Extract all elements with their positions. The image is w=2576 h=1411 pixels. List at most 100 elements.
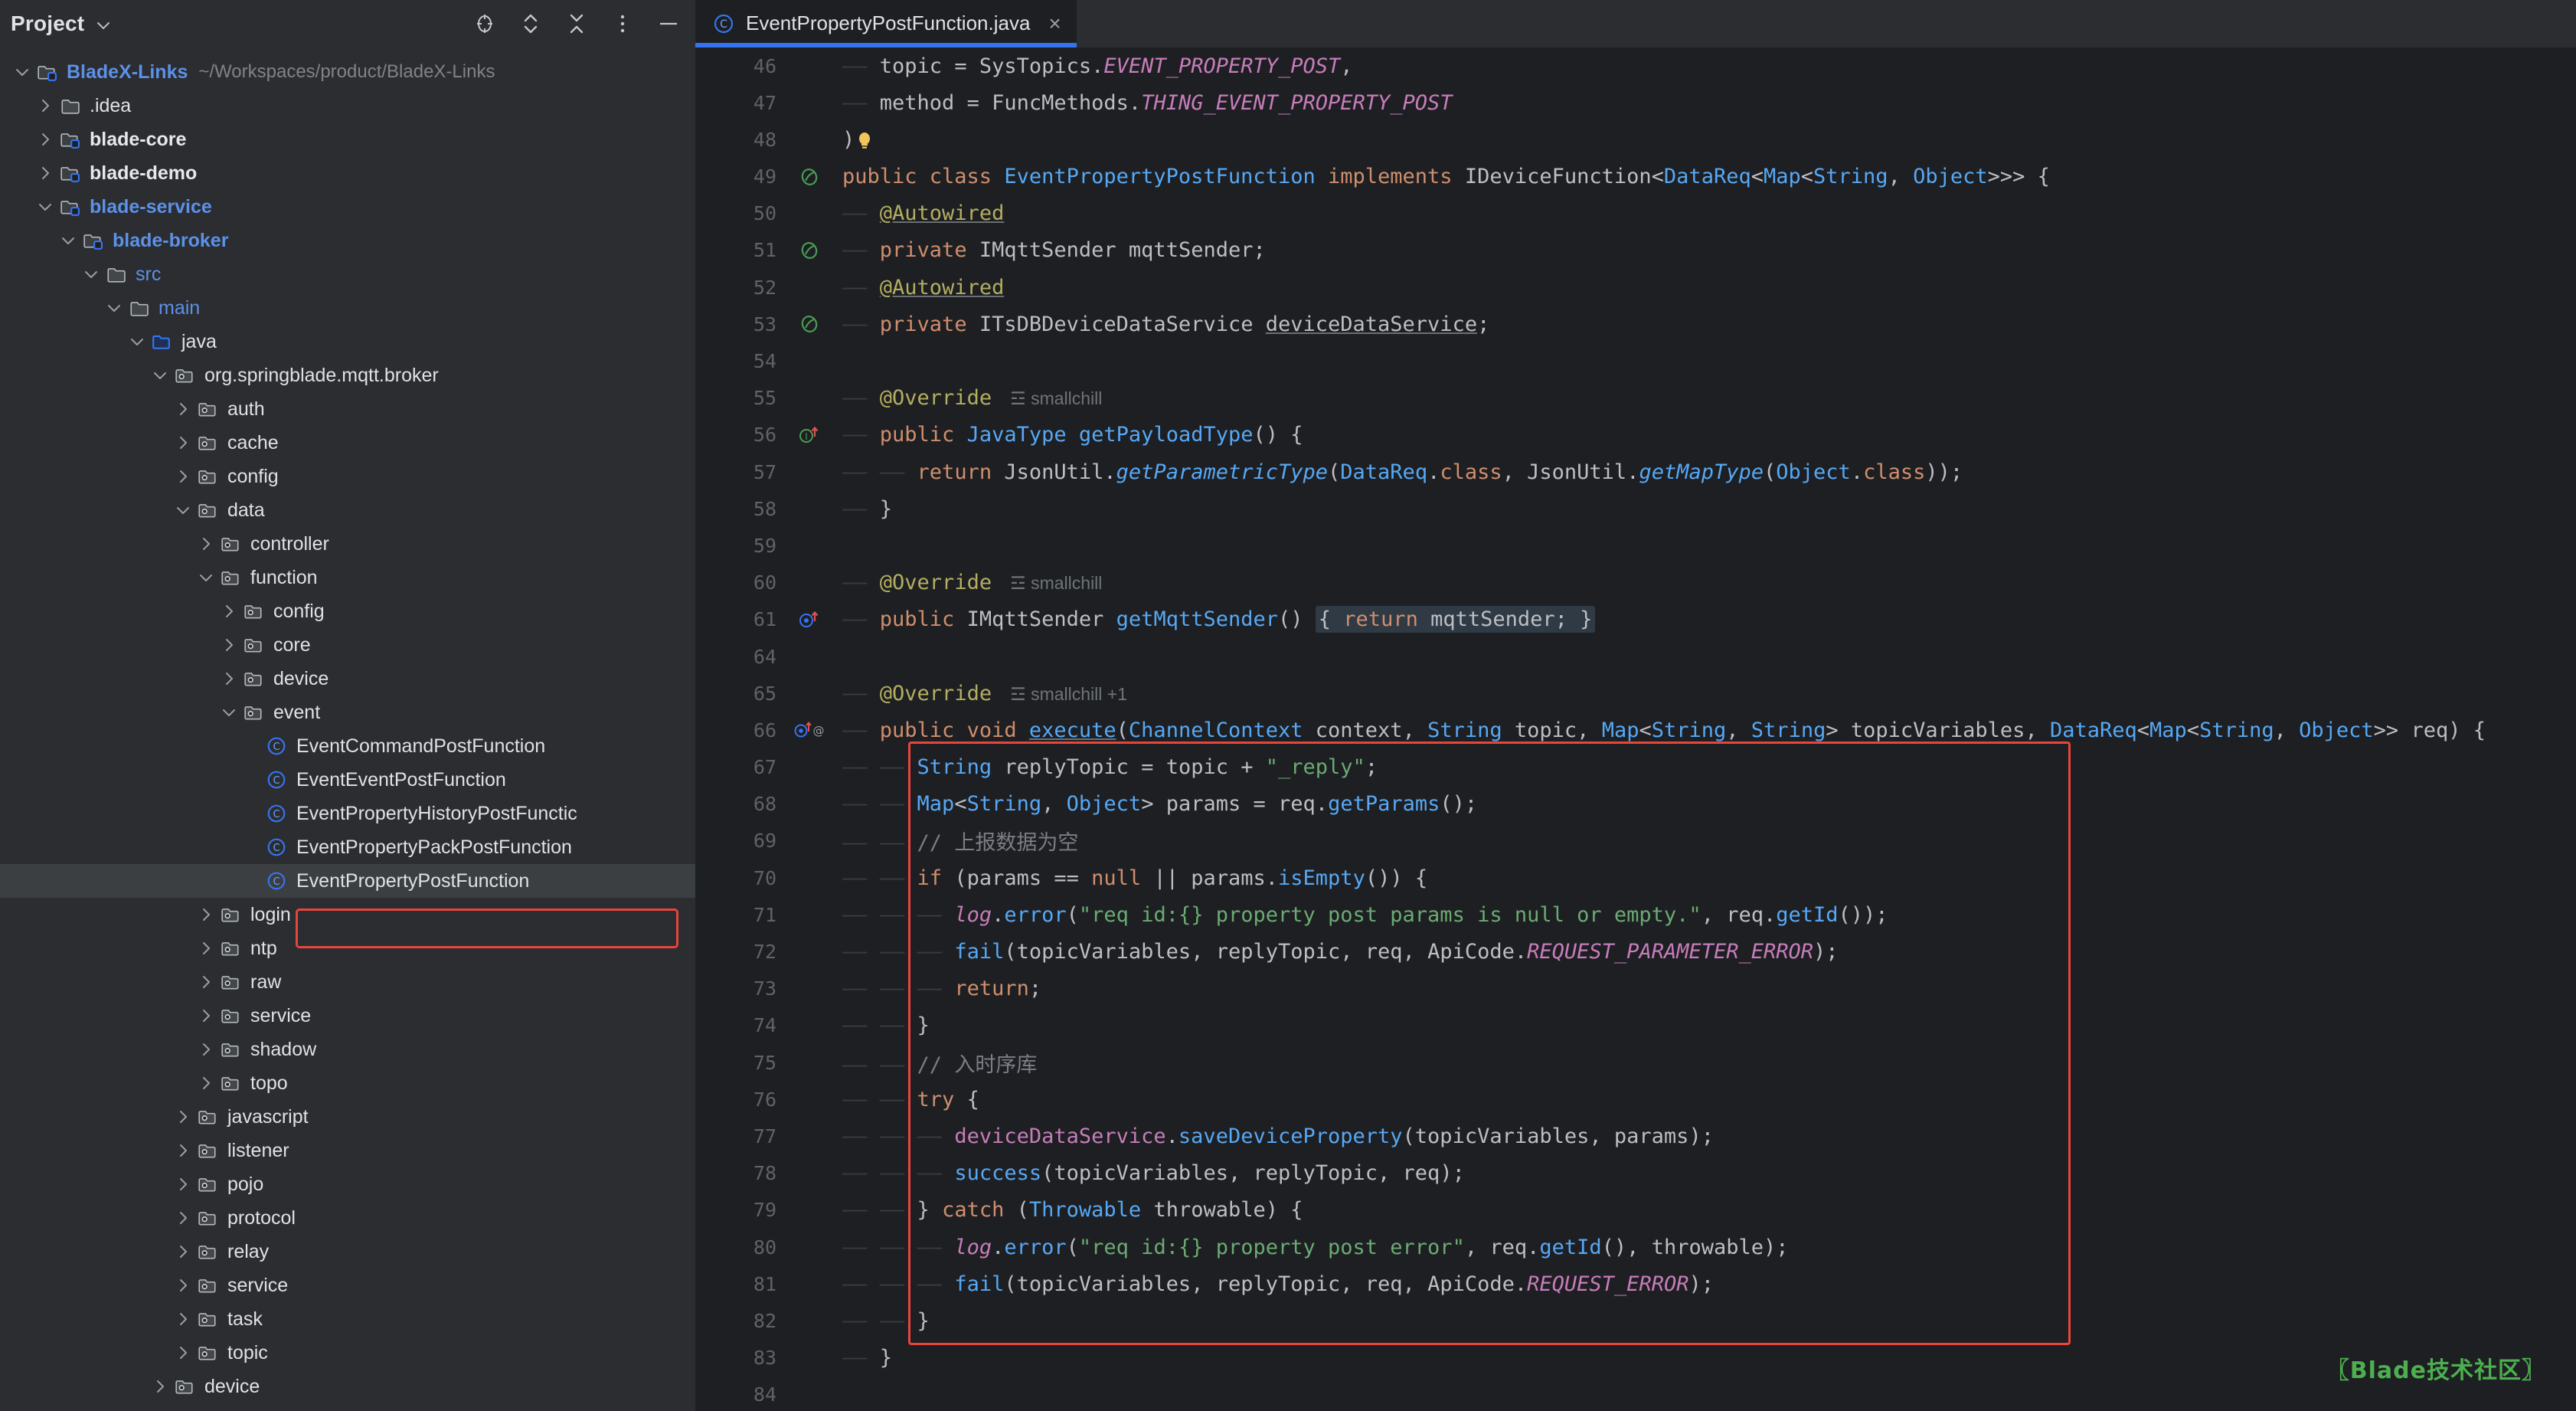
chevron-right-icon[interactable] [195, 898, 217, 931]
tree-item-data[interactable]: data [0, 493, 695, 527]
tree-item-topo[interactable]: topo [0, 1066, 695, 1100]
tree-item-eventpropertypostfunction[interactable]: C EventPropertyPostFunction [0, 864, 695, 898]
tree-item-device[interactable]: device [0, 1370, 695, 1403]
tree-item-blade-service[interactable]: blade-service [0, 190, 695, 224]
tree-item-function[interactable]: function [0, 561, 695, 594]
chevron-right-icon[interactable] [34, 156, 57, 190]
chevron-down-icon[interactable] [195, 561, 217, 594]
project-tree[interactable]: BladeX-Links ~/Workspaces/product/BladeX-… [0, 47, 695, 1403]
chevron-down-icon[interactable] [11, 55, 34, 89]
minimize-icon[interactable] [655, 11, 682, 37]
gutter-implemented-icon[interactable] [786, 159, 833, 195]
chevron-right-icon[interactable] [172, 426, 195, 460]
chevron-right-icon[interactable] [195, 1033, 217, 1066]
chevron-right-icon[interactable] [172, 1100, 195, 1134]
tree-item-login[interactable]: login [0, 898, 695, 931]
tree-item-org-springblade-mqtt-broker[interactable]: org.springblade.mqtt.broker [0, 358, 695, 392]
tree-item-javascript[interactable]: javascript [0, 1100, 695, 1134]
tree-item-relay[interactable]: relay [0, 1235, 695, 1269]
tree-item-pojo[interactable]: pojo [0, 1167, 695, 1201]
tree-item-listener[interactable]: listener [0, 1134, 695, 1167]
locate-icon[interactable] [472, 11, 498, 37]
chevron-right-icon[interactable] [195, 527, 217, 561]
gutter-override-at-icon[interactable]: @ [786, 712, 833, 748]
tree-item-service[interactable]: service [0, 1269, 695, 1302]
chevron-down-icon[interactable] [172, 493, 195, 527]
chevron-right-icon[interactable] [217, 594, 240, 628]
tree-item-java[interactable]: java [0, 325, 695, 358]
tree-item-main[interactable]: main [0, 291, 695, 325]
chevron-right-icon[interactable] [172, 1201, 195, 1235]
tree-item-auth[interactable]: auth [0, 392, 695, 426]
gutter-override-blue-icon[interactable] [786, 601, 833, 638]
tree-item-eventeventpostfunction[interactable]: C EventEventPostFunction [0, 763, 695, 797]
tree-item-event[interactable]: event [0, 696, 695, 729]
tree-item-blade-core[interactable]: blade-core [0, 123, 695, 156]
tree-item-config[interactable]: config [0, 460, 695, 493]
chevron-right-icon[interactable] [217, 628, 240, 662]
tree-item-eventpropertypackpostfunction[interactable]: C EventPropertyPackPostFunction [0, 830, 695, 864]
line-number: 74 [753, 1014, 776, 1037]
tree-item-src[interactable]: src [0, 257, 695, 291]
gutter-implemented-icon[interactable] [786, 306, 833, 342]
tree-item-raw[interactable]: raw [0, 965, 695, 999]
chevron-right-icon[interactable] [34, 123, 57, 156]
chevron-right-icon[interactable] [172, 1269, 195, 1302]
tab-eventpropertypostfunction[interactable]: C EventPropertyPostFunction.java × [695, 0, 1077, 47]
tree-item-blade-broker[interactable]: blade-broker [0, 224, 695, 257]
tree-item-idea[interactable]: .idea [0, 89, 695, 123]
chevron-right-icon[interactable] [195, 999, 217, 1033]
tree-item-topic[interactable]: topic [0, 1336, 695, 1370]
gutter-implemented-icon[interactable] [786, 232, 833, 269]
tree-item-task[interactable]: task [0, 1302, 695, 1336]
chevron-right-icon[interactable] [172, 1167, 195, 1201]
tree-item-device[interactable]: device [0, 662, 695, 696]
chevron-right-icon[interactable] [172, 1302, 195, 1336]
chevron-right-icon[interactable] [172, 460, 195, 493]
code-viewport[interactable]: 46 —— topic = SysTopics.EVENT_PROPERTY_PO… [695, 47, 2576, 1411]
chevron-down-icon[interactable] [149, 358, 172, 392]
chevron-down-icon[interactable] [126, 325, 149, 358]
tree-item-label: topo [250, 1072, 288, 1094]
tree-item-controller[interactable]: controller [0, 527, 695, 561]
chevron-right-icon[interactable] [217, 662, 240, 696]
line-content: —— method = FuncMethods.THING_EVENT_PROP… [842, 90, 1453, 115]
tree-item-core[interactable]: core [0, 628, 695, 662]
chevron-right-icon[interactable] [172, 1336, 195, 1370]
chevron-down-icon[interactable] [34, 190, 57, 224]
package-icon [195, 1134, 221, 1167]
chevron-right-icon[interactable] [34, 89, 57, 123]
tree-item-service[interactable]: service [0, 999, 695, 1033]
chevron-down-icon[interactable] [57, 224, 80, 257]
chevron-right-icon[interactable] [195, 931, 217, 965]
more-options-icon[interactable] [610, 11, 636, 37]
gutter-override-icon[interactable]: I [786, 417, 833, 453]
chevron-right-icon[interactable] [195, 1066, 217, 1100]
line-number: 53 [753, 313, 776, 336]
chevron-right-icon[interactable] [195, 965, 217, 999]
tree-item-eventcommandpostfunction[interactable]: C EventCommandPostFunction [0, 729, 695, 763]
chevron-right-icon[interactable] [149, 1370, 172, 1403]
tree-item-protocol[interactable]: protocol [0, 1201, 695, 1235]
chevron-right-icon[interactable] [172, 1134, 195, 1167]
tree-item-bladex-links[interactable]: BladeX-Links ~/Workspaces/product/BladeX-… [0, 55, 695, 89]
tree-item-label: config [227, 465, 279, 487]
chevron-right-icon[interactable] [172, 1235, 195, 1269]
tree-item-config[interactable]: config [0, 594, 695, 628]
chevron-down-icon[interactable] [103, 291, 126, 325]
package-icon [217, 931, 244, 965]
tree-item-ntp[interactable]: ntp [0, 931, 695, 965]
close-icon[interactable]: × [1048, 12, 1061, 34]
expand-collapse-icon[interactable] [518, 11, 544, 37]
collapse-all-icon[interactable] [564, 11, 590, 37]
gutter-empty [786, 121, 833, 158]
chevron-down-icon[interactable] [80, 257, 103, 291]
tree-item-cache[interactable]: cache [0, 426, 695, 460]
tree-item-blade-demo[interactable]: blade-demo [0, 156, 695, 190]
chevron-down-icon[interactable] [217, 696, 240, 729]
chevron-right-icon[interactable] [172, 392, 195, 426]
chevron-down-icon[interactable] [95, 17, 112, 34]
tree-item-shadow[interactable]: shadow [0, 1033, 695, 1066]
tree-item-eventpropertyhistorypostfunctic[interactable]: C EventPropertyHistoryPostFunctic [0, 797, 695, 830]
line-number: 48 [753, 128, 776, 151]
